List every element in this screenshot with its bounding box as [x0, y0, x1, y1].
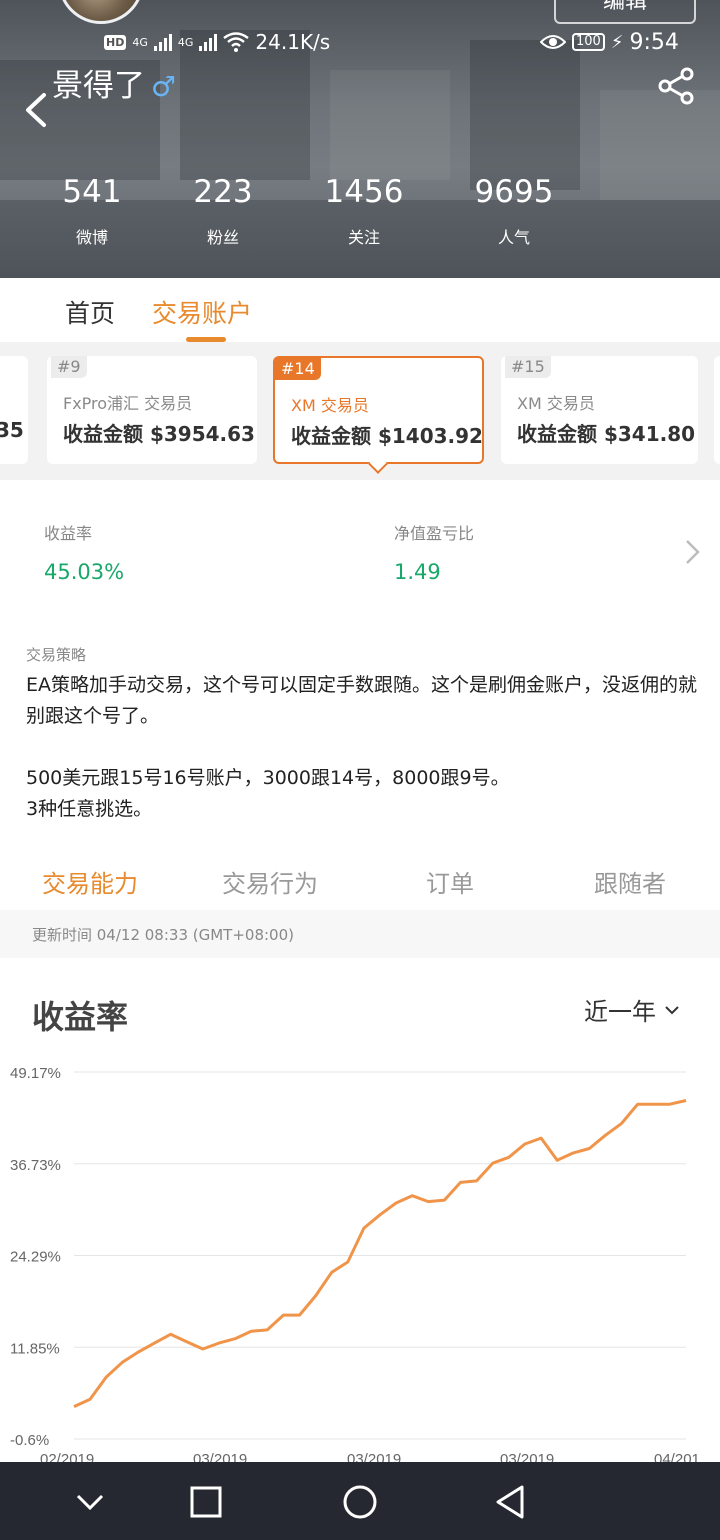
y-tick-label: 36.73%	[10, 1157, 61, 1174]
return-rate-label: 收益率	[44, 524, 93, 543]
account-card[interactable]: #15 XM 交易员 收益金额 $341.80	[501, 356, 698, 464]
rank-badge: #9	[51, 356, 87, 378]
tab-home[interactable]: 首页	[65, 294, 115, 330]
strategy-text: EA策略加手动交易，这个号可以固定手数跟随。这个是刷佣金账户，没返佣的就别跟这个…	[26, 674, 698, 820]
clock: 9:54	[629, 29, 679, 55]
x-tick-label: 03/2019	[500, 1451, 554, 1462]
status-bar-left: HD 4G 4G 24.1K/s	[104, 28, 330, 56]
account-card[interactable]	[714, 356, 720, 464]
home-icon[interactable]	[340, 1482, 380, 1522]
strategy-label: 交易策略	[26, 646, 87, 664]
update-bar: 更新时间 04/12 08:33 (GMT+08:00)	[0, 910, 720, 958]
account-amount: 收益金额 $1403.92	[291, 424, 483, 448]
account-card[interactable]: #9 FxPro浦汇 交易员 收益金额 $3954.63	[47, 356, 257, 464]
network-type: 4G	[132, 35, 148, 49]
account-type: FxPro浦汇 交易员	[63, 394, 193, 413]
network-type-2: 4G	[177, 35, 194, 49]
time-range-value: 近一年	[584, 998, 656, 1026]
hd-badge: HD	[104, 34, 127, 50]
user-name: 景得了 ♂	[52, 68, 177, 104]
eye-icon	[540, 35, 566, 49]
system-nav-bar	[0, 1462, 720, 1540]
tab-orders[interactable]: 订单	[360, 864, 540, 899]
signal-icon	[153, 33, 172, 51]
charging-icon: ⚡	[610, 31, 624, 53]
wifi-icon	[223, 32, 250, 52]
section-tabs: 交易能力 交易行为 订单 跟随者	[0, 846, 720, 910]
rank-badge: #14	[275, 358, 321, 380]
battery-icon: 100	[572, 33, 605, 51]
pl-ratio-value: 1.49	[394, 560, 441, 584]
y-tick-label: 24.29%	[10, 1249, 61, 1266]
chart-title: 收益率	[32, 998, 129, 1036]
chevron-right-icon[interactable]	[684, 538, 702, 566]
account-amount: 收益金额 $341.80	[517, 422, 696, 446]
account-amount: 收益金额 $3954.63	[63, 422, 255, 446]
return-rate-value: 45.03%	[44, 560, 125, 584]
collapse-nav-icon[interactable]	[70, 1482, 110, 1522]
x-tick-label: 02/2019	[40, 1451, 94, 1462]
account-carousel[interactable]: 35 #9 FxPro浦汇 交易员 收益金额 $3954.63 #14 XM 交…	[0, 342, 720, 480]
back-nav-icon[interactable]	[492, 1482, 532, 1522]
stat-popularity[interactable]: 9695 人气	[444, 172, 584, 248]
profile-tabs: 首页 交易账户	[0, 278, 720, 342]
selected-pointer	[368, 454, 388, 474]
account-card-selected[interactable]: #14 XM 交易员 收益金额 $1403.92	[273, 356, 484, 474]
edit-profile-button[interactable]: 编辑	[554, 0, 696, 24]
tab-trading-ability[interactable]: 交易能力	[0, 864, 180, 899]
male-icon: ♂	[151, 70, 177, 103]
rank-badge: #15	[505, 356, 551, 378]
time-range-select[interactable]: 近一年	[584, 992, 680, 1027]
tab-trading-account[interactable]: 交易账户	[152, 294, 252, 330]
stat-weibo[interactable]: 541 微博	[22, 172, 162, 248]
tab-followers[interactable]: 跟随者	[540, 864, 720, 899]
update-time: 更新时间 04/12 08:33 (GMT+08:00)	[32, 926, 294, 944]
stat-following[interactable]: 1456 关注	[294, 172, 434, 248]
return-series-line	[73, 1099, 687, 1408]
avatar[interactable]	[58, 0, 144, 24]
account-type: XM 交易员	[291, 396, 369, 415]
status-bar-right: 100 ⚡ 9:54	[540, 28, 679, 56]
stat-fans[interactable]: 223 粉丝	[153, 172, 293, 248]
account-info: 收益率 45.03% 净值盈亏比 1.49 交易策略 EA策略加手动交易，这个号…	[0, 480, 720, 846]
recent-apps-icon[interactable]	[186, 1482, 226, 1522]
profile-header: 编辑 HD 4G 4G 24.1K/s 100 ⚡ 9:54 景得了 ♂ 541 微…	[0, 0, 720, 278]
return-chart-card: 49.17% 36.73% 24.29% 11.85% -0.6% 02/2019 03/2…	[0, 958, 720, 1462]
x-tick-label: 04/201	[654, 1451, 700, 1462]
y-tick-label: 49.17%	[10, 1065, 61, 1082]
x-tick-label: 03/2019	[193, 1451, 247, 1462]
tab-trading-behavior[interactable]: 交易行为	[180, 864, 360, 899]
share-icon[interactable]	[656, 66, 696, 106]
chevron-down-icon	[665, 1005, 679, 1014]
account-type: XM 交易员	[517, 394, 595, 413]
signal-icon-2	[199, 33, 218, 51]
y-tick-label: 11.85%	[10, 1340, 60, 1357]
x-tick-label: 03/2019	[347, 1451, 401, 1462]
account-card[interactable]: 35	[0, 356, 28, 464]
network-speed: 24.1K/s	[255, 30, 331, 54]
y-tick-label: -0.6%	[10, 1432, 49, 1449]
back-arrow-icon[interactable]	[22, 92, 52, 128]
pl-ratio-label: 净值盈亏比	[394, 524, 475, 543]
